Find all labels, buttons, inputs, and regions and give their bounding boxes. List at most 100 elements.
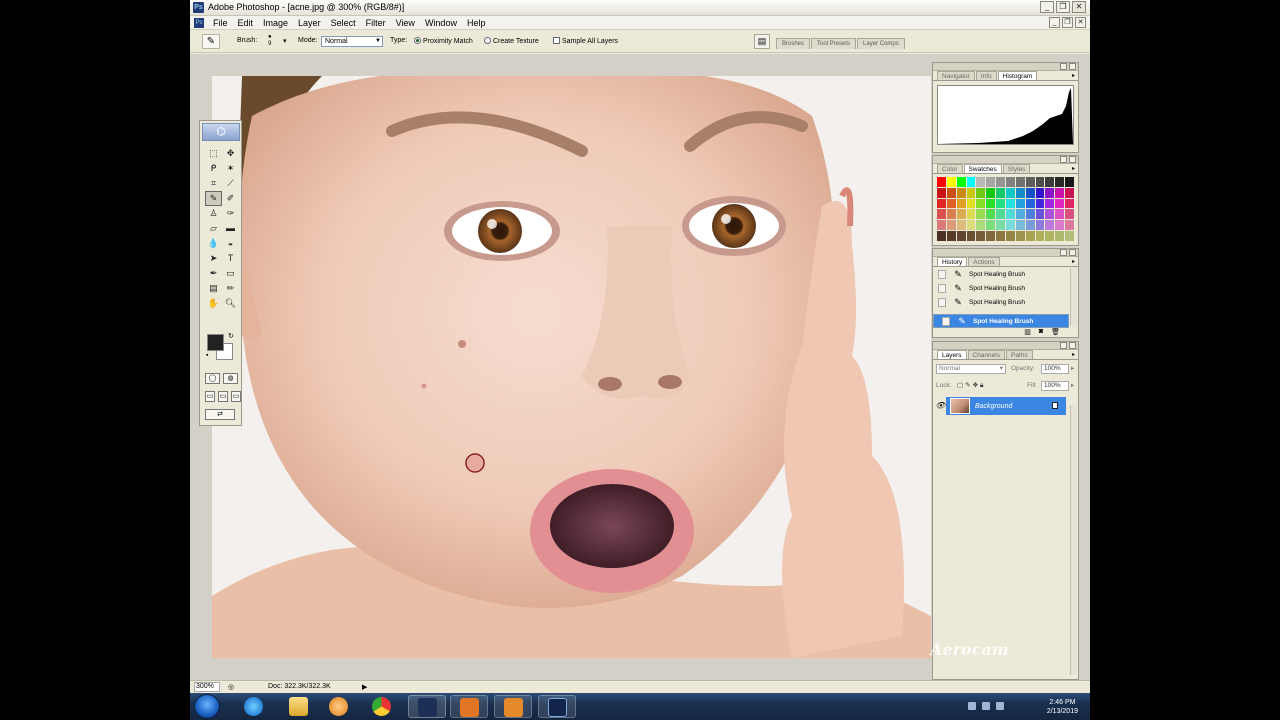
panel-minimize-button[interactable] (1060, 342, 1067, 349)
tab-history[interactable]: History (937, 257, 968, 266)
hand-tool-icon[interactable]: ✋ (205, 296, 222, 311)
screen-mode-standard-icon[interactable]: ▭ (205, 391, 215, 402)
swatch-cell[interactable] (976, 209, 986, 220)
menu-view[interactable]: View (391, 17, 420, 29)
tab-styles[interactable]: Styles (1002, 164, 1031, 173)
swatch-cell[interactable] (966, 231, 976, 241)
taskbar-app-video[interactable] (538, 695, 576, 718)
opacity-field[interactable]: 100% (1041, 364, 1069, 374)
swap-colors-icon[interactable]: ↻ (228, 332, 234, 340)
panel-minimize-button[interactable] (1060, 63, 1067, 70)
taskbar-app-orange[interactable] (450, 695, 488, 718)
dodge-tool-icon[interactable]: ◒ (222, 236, 239, 251)
swatch-cell[interactable] (1065, 231, 1074, 241)
swatch-cell[interactable] (1055, 187, 1065, 198)
history-checkbox[interactable] (938, 269, 946, 279)
tab-swatches[interactable]: Swatches (963, 164, 1002, 173)
history-scrollbar[interactable] (1070, 268, 1077, 326)
swatch-cell[interactable] (996, 231, 1005, 241)
fill-field[interactable]: 100% (1041, 381, 1069, 391)
system-clock[interactable]: 2:46 PM 2/13/2019 (1047, 698, 1078, 716)
tab-navigator[interactable]: Navigator (937, 71, 975, 80)
swatch-cell[interactable] (937, 231, 946, 241)
tab-histogram[interactable]: Histogram (997, 71, 1038, 80)
tab-paths[interactable]: Paths (1005, 350, 1033, 359)
swatch-cell[interactable] (1045, 187, 1055, 198)
restore-button[interactable]: ❐ (1056, 1, 1070, 13)
swatch-cell[interactable] (1035, 187, 1045, 198)
brush-picker-arrow[interactable]: ▾ (283, 37, 287, 45)
well-tab-layer-comps[interactable]: Layer Comps (857, 38, 905, 49)
swatch-cell[interactable] (966, 187, 976, 198)
swatch-cell[interactable] (976, 177, 986, 187)
status-menu-arrow[interactable]: ▶ (362, 683, 367, 691)
menu-select[interactable]: Select (326, 17, 361, 29)
taskbar-photoshop[interactable] (408, 695, 446, 718)
pen-tool-icon[interactable]: ✒ (205, 266, 222, 281)
swatch-cell[interactable] (1015, 187, 1025, 198)
feather-icon[interactable]: ⌬ (202, 123, 240, 141)
swatch-cell[interactable] (1035, 209, 1045, 220)
swatch-cell[interactable] (956, 209, 966, 220)
close-button[interactable]: ✕ (1072, 1, 1086, 13)
swatch-cell[interactable] (1015, 177, 1025, 187)
history-state-selected[interactable]: ✎ Spot Healing Brush (933, 314, 1069, 328)
brush-picker[interactable]: ● 9 (268, 34, 272, 48)
history-state[interactable]: ✎ Spot Healing Brush (933, 281, 1069, 295)
swatch-cell[interactable] (976, 198, 986, 209)
swatch-cell[interactable] (996, 209, 1005, 220)
doc-close-button[interactable]: ✕ (1075, 17, 1086, 28)
layer-background[interactable]: 👁︎ Background (935, 397, 1066, 415)
swatch-cell[interactable] (1015, 198, 1025, 209)
swatch-cell[interactable] (986, 231, 996, 241)
swatch-grid[interactable] (937, 177, 1074, 241)
swatch-cell[interactable] (996, 187, 1005, 198)
tray-arrow-icon[interactable] (968, 702, 976, 710)
swatch-cell[interactable] (956, 177, 966, 187)
blur-tool-icon[interactable]: 💧 (205, 236, 222, 251)
history-checkbox[interactable] (938, 297, 946, 307)
move-tool-icon[interactable]: ✥ (222, 146, 239, 161)
swatch-cell[interactable] (996, 177, 1005, 187)
swatch-cell[interactable] (937, 187, 946, 198)
swatch-cell[interactable] (937, 209, 946, 220)
notes-tool-icon[interactable]: ▤ (205, 281, 222, 296)
zoom-field[interactable]: 300% (194, 682, 220, 692)
document-icon[interactable]: Ps (194, 18, 204, 28)
swatch-cell[interactable] (966, 209, 976, 220)
create-texture-option[interactable]: Create Texture (484, 37, 539, 45)
zoom-tool-icon[interactable]: 🔍︎ (222, 296, 239, 311)
swatch-cell[interactable] (946, 187, 956, 198)
path-selection-tool-icon[interactable]: ➤ (205, 251, 222, 266)
document-canvas[interactable] (212, 76, 931, 658)
swatch-cell[interactable] (1035, 177, 1045, 187)
swatch-cell[interactable] (956, 220, 966, 231)
taskbar-media-player[interactable] (320, 695, 358, 718)
tab-layers[interactable]: Layers (937, 350, 967, 359)
tool-preset-picker[interactable]: ✎ (202, 34, 220, 49)
swatch-cell[interactable] (956, 231, 966, 241)
swatch-cell[interactable] (956, 198, 966, 209)
menu-layer[interactable]: Layer (293, 17, 326, 29)
swatch-cell[interactable] (1045, 220, 1055, 231)
swatch-cell[interactable] (996, 198, 1005, 209)
swatch-cell[interactable] (1065, 209, 1074, 220)
trash-icon[interactable]: 🗑︎ (1051, 328, 1060, 336)
lock-options[interactable]: ▢✎✥🔒︎ (957, 381, 986, 390)
eraser-tool-icon[interactable]: ▱ (205, 221, 222, 236)
swatch-cell[interactable] (1065, 187, 1074, 198)
tab-channels[interactable]: Channels (967, 350, 1005, 359)
swatch-cell[interactable] (937, 220, 946, 231)
swatch-cell[interactable] (1055, 231, 1065, 241)
panel-close-button[interactable] (1069, 63, 1076, 70)
panel-menu-icon[interactable]: ▸ (1072, 165, 1075, 172)
swatch-cell[interactable] (966, 220, 976, 231)
well-tab-tool-presets[interactable]: Tool Presets (811, 38, 857, 49)
menu-edit[interactable]: Edit (233, 17, 259, 29)
panel-menu-icon[interactable]: ▸ (1072, 351, 1075, 358)
swatch-cell[interactable] (1055, 209, 1065, 220)
swatch-cell[interactable] (986, 209, 996, 220)
history-brush-tool-icon[interactable]: ✑ (222, 206, 239, 221)
taskbar-app-orange-2[interactable] (494, 695, 532, 718)
new-snapshot-icon[interactable]: ◙ (1039, 328, 1043, 336)
